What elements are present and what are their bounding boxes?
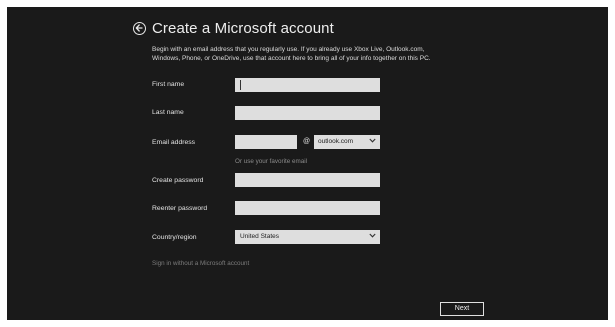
country-region-select[interactable]: United States (235, 230, 380, 244)
create-password-field[interactable] (235, 173, 380, 187)
last-name-label: Last name (152, 109, 184, 116)
first-name-label: First name (152, 81, 185, 88)
reenter-password-label: Reenter password (152, 205, 208, 212)
reenter-password-field[interactable] (235, 201, 380, 215)
chevron-down-icon (369, 233, 376, 238)
email-address-label: Email address (152, 139, 196, 146)
create-password-label: Create password (152, 177, 204, 184)
last-name-field[interactable] (235, 106, 380, 120)
country-region-label: Country/region (152, 234, 197, 241)
back-arrow-icon[interactable] (133, 22, 146, 35)
email-domain-value: outlook.com (318, 138, 354, 145)
account-setup-panel: Create a Microsoft account Begin with an… (7, 7, 608, 320)
intro-text: Begin with an email address that you reg… (152, 45, 492, 63)
email-domain-select[interactable]: outlook.com (314, 135, 380, 149)
intro-line-1: Begin with an email address that you reg… (152, 46, 425, 53)
intro-line-2: Windows, Phone, or OneDrive, use that ac… (152, 55, 431, 62)
first-name-field[interactable] (235, 78, 380, 92)
sign-in-without-account-link[interactable]: Sign in without a Microsoft account (152, 260, 249, 267)
chevron-down-icon (369, 138, 376, 143)
next-button[interactable]: Next (440, 302, 484, 316)
at-symbol: @ (303, 138, 311, 145)
country-region-value: United States (240, 233, 280, 240)
page-title: Create a Microsoft account (152, 20, 334, 37)
email-hint: Or use your favorite email (235, 158, 308, 165)
email-address-field[interactable] (235, 135, 297, 149)
back-arrow-glyph (135, 24, 143, 32)
screen: Create a Microsoft account Begin with an… (0, 0, 615, 327)
text-caret (240, 80, 241, 90)
